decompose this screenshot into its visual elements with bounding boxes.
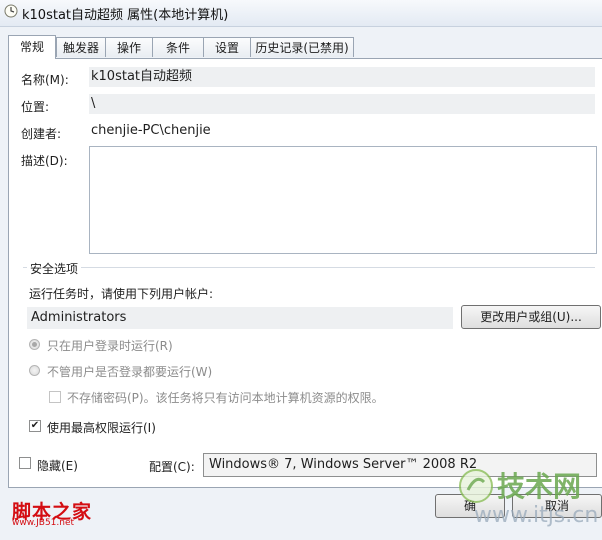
tab-conditions[interactable]: 条件	[152, 37, 204, 57]
radio-logged-on-only-label: 只在用户登录时运行(R)	[47, 339, 173, 353]
security-group-label: 安全选项	[27, 260, 82, 277]
hidden-checkbox[interactable]	[19, 457, 31, 469]
itjs-logo-icon	[459, 469, 493, 503]
watermark-jb51-url: www.JB51.net	[12, 518, 75, 528]
name-label: 名称(M):	[21, 73, 69, 87]
tab-triggers[interactable]: 触发器	[56, 37, 106, 57]
radio-logged-on-only[interactable]	[29, 339, 40, 350]
author-label: 创建者:	[21, 127, 62, 141]
tab-actions[interactable]: 操作	[105, 37, 153, 57]
configure-label: 配置(C):	[149, 460, 195, 474]
description-input[interactable]	[89, 146, 597, 254]
radio-run-whether-logged[interactable]	[29, 365, 40, 376]
location-label: 位置:	[21, 100, 50, 114]
watermark-itjs: 技术网	[497, 470, 582, 503]
highest-privileges-label: 使用最高权限运行(I)	[47, 421, 156, 435]
author-field: chenjie-PC\chenjie	[89, 121, 595, 141]
title-bar: k10stat自动超频 属性(本地计算机)	[0, 0, 602, 27]
run-as-label: 运行任务时，请使用下列用户帐户:	[29, 287, 214, 301]
change-user-button[interactable]: 更改用户或组(U)...	[461, 305, 601, 329]
clock-icon	[4, 4, 18, 18]
window-title: k10stat自动超频 属性(本地计算机)	[22, 8, 229, 23]
checkmark-icon: ✔	[30, 420, 40, 431]
security-group-divider	[23, 267, 595, 268]
tab-history[interactable]: 历史记录(已禁用)	[250, 37, 354, 57]
name-field[interactable]: k10stat自动超频	[89, 67, 595, 87]
location-field: \	[89, 94, 595, 114]
hidden-label: 隐藏(E)	[37, 459, 78, 473]
no-store-password-label: 不存储密码(P)。该任务将只有访问本地计算机资源的权限。	[67, 391, 384, 405]
watermark-itjs-url: www.itjs.cn	[474, 503, 599, 528]
no-store-password-checkbox[interactable]	[49, 391, 61, 403]
user-account-field: Administrators	[27, 307, 453, 329]
general-panel: 名称(M): k10stat自动超频 位置: \ 创建者: chenjie-PC…	[8, 58, 602, 488]
tab-settings[interactable]: 设置	[203, 37, 251, 57]
tab-general[interactable]: 常规	[8, 35, 56, 59]
highest-privileges-checkbox[interactable]: ✔	[29, 420, 41, 432]
description-label: 描述(D):	[21, 154, 68, 168]
radio-run-whether-logged-label: 不管用户是否登录都要运行(W)	[47, 365, 213, 379]
properties-window: k10stat自动超频 属性(本地计算机) 常规 触发器 操作 条件 设置 历史…	[0, 0, 602, 540]
